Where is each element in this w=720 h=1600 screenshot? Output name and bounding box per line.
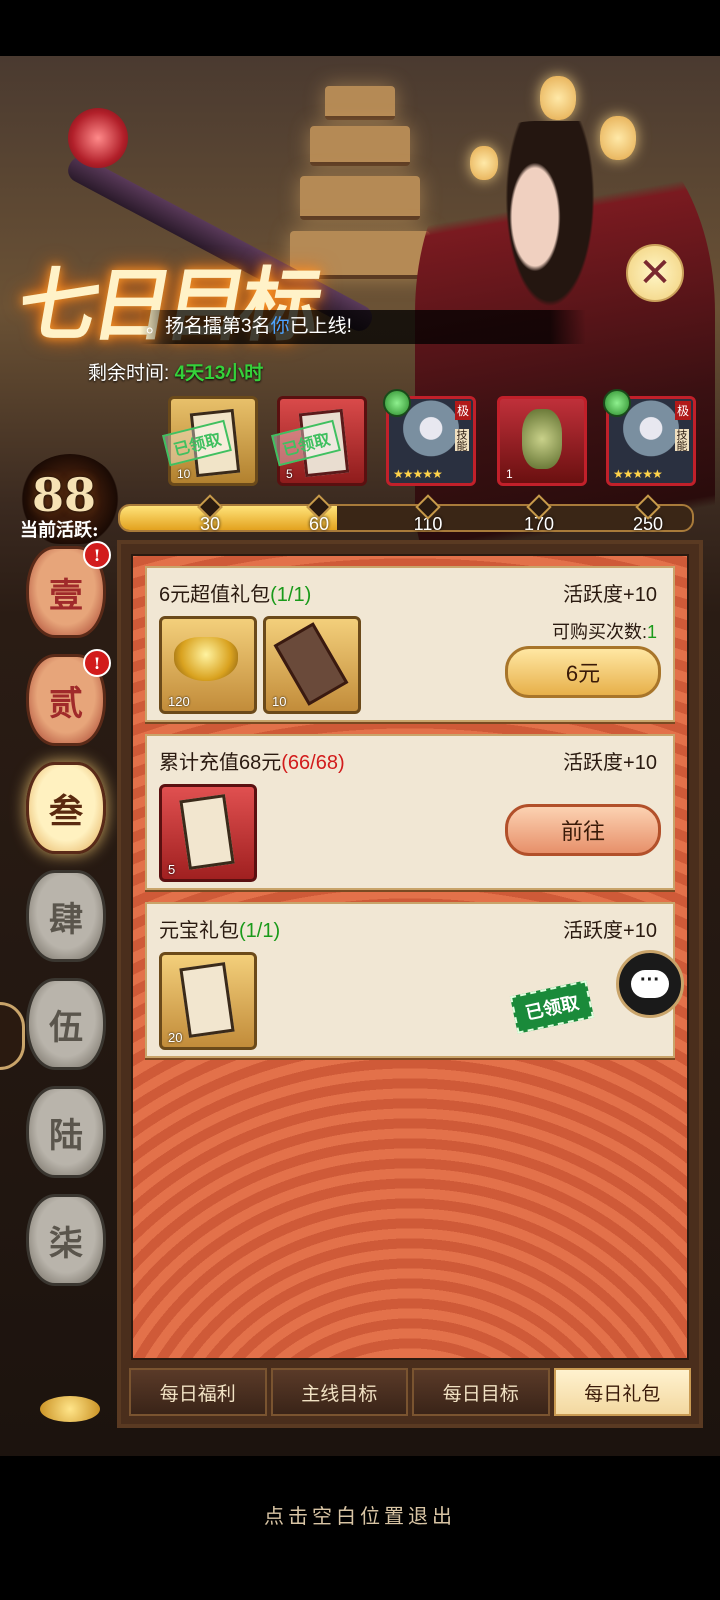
bottom-tabs: 每日福利 主线目标 每日目标 每日礼包 xyxy=(129,1368,691,1416)
claimed-stamp: 已领取 xyxy=(509,980,595,1034)
clover-icon xyxy=(383,389,411,417)
purchase-limit: 可购买次数:1 xyxy=(551,622,657,642)
remaining-value: 4天13小时 xyxy=(174,363,264,384)
gold-ingot-icon xyxy=(174,637,238,681)
marquee-player: 你 xyxy=(270,316,290,337)
marquee-notice: 。扬名擂第3名你已上线! xyxy=(140,310,586,344)
exit-hint[interactable]: 点击空白位置退出 xyxy=(0,1500,720,1529)
reward-count: 120 xyxy=(168,694,190,709)
task-item-2: 累计充值68元(66/68) 活跃度+10 5 前往 xyxy=(145,734,675,890)
chat-bubble-icon: ··· xyxy=(631,970,669,998)
star-rating-icon: ★★★★★ xyxy=(393,467,443,481)
token-icon xyxy=(179,962,235,1038)
gold-ingot-decoration xyxy=(40,1396,100,1422)
milestone-reward-30[interactable]: 10 已领取 xyxy=(162,396,258,486)
task-name: 元宝礼包(1/1) xyxy=(159,920,281,942)
reward-count: 20 xyxy=(168,1030,183,1045)
tab-main-goals[interactable]: 主线目标 xyxy=(270,1368,408,1416)
remaining-time: 剩余时间: 4天13小时 xyxy=(88,358,263,385)
go-button[interactable]: 前往 xyxy=(505,804,661,856)
chat-button[interactable]: ··· xyxy=(616,950,684,1018)
star-rating-icon: ★★★★★ xyxy=(613,467,663,481)
close-button[interactable]: ✕ xyxy=(626,244,684,302)
day-tab-5[interactable]: 伍 xyxy=(26,978,106,1070)
day-tab-7[interactable]: 柒 xyxy=(26,1194,106,1286)
lantern-decoration xyxy=(540,76,576,120)
close-x-icon: ✕ xyxy=(638,251,672,295)
red-token-icon xyxy=(179,794,235,870)
tab-daily-welfare[interactable]: 每日福利 xyxy=(129,1368,267,1416)
tick-250: 250 xyxy=(618,494,678,535)
alert-badge-icon: ! xyxy=(83,541,111,569)
alert-badge-icon: ! xyxy=(83,649,111,677)
marquee-text: 。扬名擂第3名 xyxy=(146,316,271,337)
reward-slot[interactable]: 5 xyxy=(159,784,257,882)
day-tabs: 壹! 贰! 叁 肆 伍 陆 柒 xyxy=(22,541,111,1302)
current-activity: 88 当前活跃: xyxy=(20,454,120,544)
milestone-reward-110[interactable]: 极 技能 ★★★★★ xyxy=(383,389,476,486)
reward-count: 5 xyxy=(286,467,293,481)
hero-grade-tag: 极 xyxy=(674,401,691,420)
task-activity-reward: 活跃度+10 xyxy=(563,920,657,942)
tick-30: 30 xyxy=(180,494,240,535)
milestone-reward-60[interactable]: 5 已领取 xyxy=(271,396,367,486)
reward-slot[interactable]: 120 xyxy=(159,616,257,714)
day-tab-4[interactable]: 肆 xyxy=(26,870,106,962)
tick-110: 110 xyxy=(398,494,458,535)
day-tab-1[interactable]: 壹! xyxy=(26,541,111,638)
reward-slot[interactable]: 10 xyxy=(263,616,361,714)
reward-count: 1 xyxy=(506,467,513,481)
item-icon xyxy=(522,409,562,469)
hero-skill-tag: 技能 xyxy=(455,429,469,451)
tick-170: 170 xyxy=(509,494,569,535)
task-activity-reward: 活跃度+10 xyxy=(563,752,657,774)
milestone-reward-170[interactable]: 1 xyxy=(497,396,587,486)
task-item-3: 元宝礼包(1/1) 活跃度+10 20 已领取 xyxy=(145,902,675,1058)
reward-slot[interactable]: 20 xyxy=(159,952,257,1050)
remaining-label: 剩余时间: xyxy=(88,363,170,384)
task-activity-reward: 活跃度+10 xyxy=(563,584,657,606)
hero-skill-tag: 技能 xyxy=(675,429,689,451)
day-tab-3[interactable]: 叁 xyxy=(26,762,106,854)
task-name: 6元超值礼包(1/1) xyxy=(159,584,312,606)
staff-head xyxy=(68,108,128,168)
task-item-1: 6元超值礼包(1/1) 活跃度+10 120 10 可购买次数:1 6元 xyxy=(145,566,675,722)
milestone-reward-250[interactable]: 极 技能 ★★★★★ xyxy=(603,389,696,486)
tick-60: 60 xyxy=(289,494,349,535)
tab-daily-packs[interactable]: 每日礼包 xyxy=(553,1368,691,1416)
task-name: 累计充值68元(66/68) xyxy=(159,752,345,774)
reward-count: 10 xyxy=(272,694,287,709)
clover-icon xyxy=(603,389,631,417)
tab-daily-goals[interactable]: 每日目标 xyxy=(412,1368,550,1416)
reward-count: 10 xyxy=(177,467,191,481)
event-screen: 七日目标 ✕ 。扬名擂第3名你已上线! 剩余时间: 4天13小时 10 已领取 … xyxy=(0,56,720,1456)
day-tab-6[interactable]: 陆 xyxy=(26,1086,106,1178)
hero-grade-tag: 极 xyxy=(454,401,471,420)
day-tab-2[interactable]: 贰! xyxy=(26,649,111,746)
activity-label: 当前活跃: xyxy=(20,520,99,541)
task-list: 6元超值礼包(1/1) 活跃度+10 120 10 可购买次数:1 6元 累计充… xyxy=(131,554,689,1360)
marquee-text-end: 已上线! xyxy=(289,316,352,337)
reward-count: 5 xyxy=(168,862,176,877)
activity-value: 88 xyxy=(32,468,97,522)
buy-button[interactable]: 6元 xyxy=(505,646,661,698)
